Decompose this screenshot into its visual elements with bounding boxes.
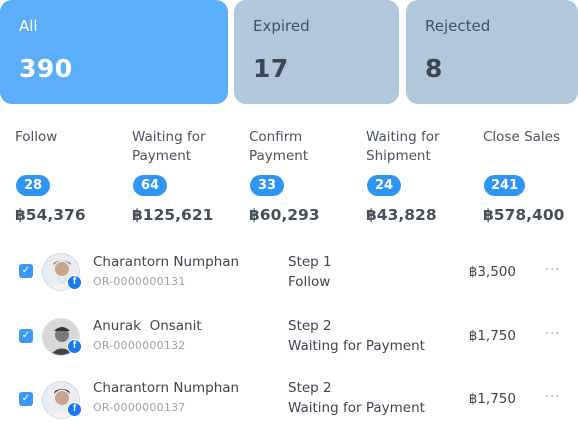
order-amount: ฿1,750 — [468, 391, 516, 407]
stage-close-sales[interactable]: Close Sales 241 ฿578,400 — [483, 128, 578, 224]
customer-name: Charantorn Numphan — [93, 254, 240, 270]
order-row[interactable]: ✓ f Charantorn Numphan OR-0000000131 Ste… — [0, 244, 578, 300]
summary-card-count: 390 — [19, 54, 73, 83]
stage-title: Waiting for Shipment — [366, 129, 440, 164]
stage-total: ฿60,293 — [249, 206, 320, 224]
order-step: Step 1 — [288, 254, 332, 270]
stage-title: Waiting for Payment — [132, 129, 206, 164]
facebook-icon: f — [67, 402, 82, 417]
stage-follow[interactable]: Follow 28 ฿54,376 — [15, 128, 135, 224]
stage-title: Close Sales — [483, 129, 560, 145]
order-step: Step 2 — [288, 318, 332, 334]
summary-card-expired[interactable]: Expired 17 — [234, 0, 399, 104]
row-checkbox[interactable]: ✓ — [19, 329, 33, 343]
stage-count-badge: 33 — [250, 175, 284, 196]
summary-card-label: Rejected — [425, 17, 491, 35]
order-status: Follow — [288, 274, 331, 290]
order-number[interactable]: OR-0000000131 — [93, 275, 185, 288]
more-options-icon[interactable]: ··· — [545, 390, 560, 405]
stage-waiting-for-payment[interactable]: Waiting for Payment 64 ฿125,621 — [132, 128, 232, 224]
stage-total: ฿125,621 — [132, 206, 214, 224]
stage-total: ฿54,376 — [15, 206, 86, 224]
order-step: Step 2 — [288, 380, 332, 396]
more-options-icon[interactable]: ··· — [545, 263, 560, 278]
stage-count-badge: 24 — [367, 175, 401, 196]
summary-card-count: 17 — [253, 54, 289, 83]
stage-count-badge: 28 — [16, 175, 50, 196]
summary-card-label: All — [19, 17, 38, 35]
customer-name: Anurak Onsanit — [93, 318, 202, 334]
stage-waiting-for-shipment[interactable]: Waiting for Shipment 24 ฿43,828 — [366, 128, 466, 224]
customer-name: Charantorn Numphan — [93, 380, 240, 396]
more-options-icon[interactable]: ··· — [545, 327, 560, 342]
stage-title: Follow — [15, 129, 58, 145]
row-checkbox[interactable]: ✓ — [19, 264, 33, 278]
order-amount: ฿1,750 — [468, 328, 516, 344]
facebook-icon: f — [67, 339, 82, 354]
order-row[interactable]: ✓ f Anurak Onsanit OR-0000000132 Step 2 … — [0, 308, 578, 364]
stage-total: ฿578,400 — [483, 206, 565, 224]
order-status: Waiting for Payment — [288, 400, 425, 416]
order-number[interactable]: OR-0000000137 — [93, 401, 185, 414]
summary-card-count: 8 — [425, 54, 443, 83]
stage-confirm-payment[interactable]: Confirm Payment 33 ฿60,293 — [249, 128, 349, 224]
stage-count-badge: 241 — [484, 175, 526, 196]
row-checkbox[interactable]: ✓ — [19, 392, 33, 406]
facebook-icon: f — [67, 275, 82, 290]
summary-card-rejected[interactable]: Rejected 8 — [406, 0, 578, 104]
stage-title: Confirm Payment — [249, 129, 309, 164]
stage-count-badge: 64 — [133, 175, 167, 196]
summary-card-all[interactable]: All 390 — [0, 0, 228, 104]
summary-card-label: Expired — [253, 17, 310, 35]
order-status: Waiting for Payment — [288, 338, 425, 354]
stage-total: ฿43,828 — [366, 206, 437, 224]
order-number[interactable]: OR-0000000132 — [93, 339, 185, 352]
order-row[interactable]: ✓ f Charantorn Numphan OR-0000000137 Ste… — [0, 371, 578, 427]
order-amount: ฿3,500 — [468, 264, 516, 280]
